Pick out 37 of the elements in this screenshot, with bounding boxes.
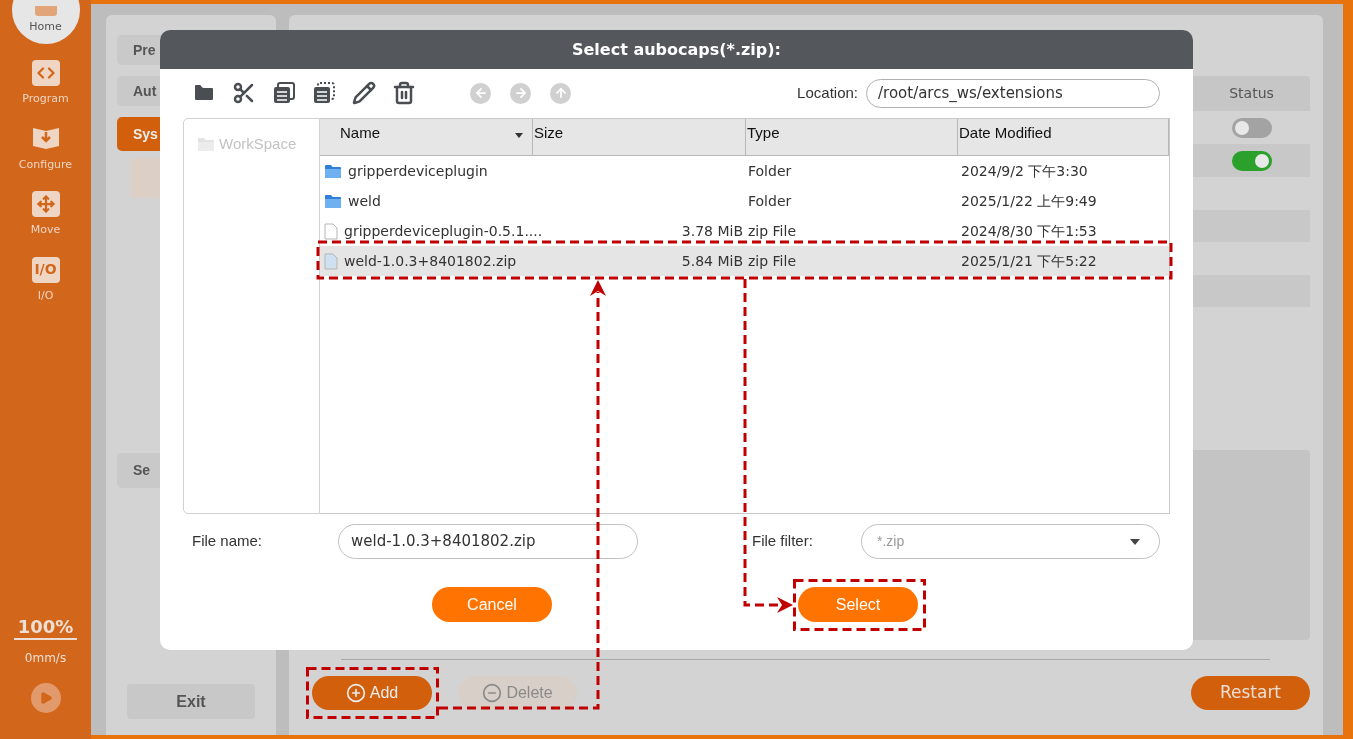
nav-item[interactable]: Program <box>5 58 86 110</box>
file-name: weld <box>348 191 381 211</box>
add-button[interactable]: Add <box>312 676 432 710</box>
file-date: 2025/1/21 下午5:22 <box>961 252 1097 269</box>
speed-reading: 0mm/s <box>24 650 67 667</box>
column-header[interactable]: Type <box>746 119 958 155</box>
io-icon: I/O <box>31 256 60 283</box>
file-size: 3.78 MiB <box>681 221 743 241</box>
file-name: weld-1.0.3+8401802.zip <box>344 251 517 271</box>
home-button[interactable]: Home <box>11 0 80 44</box>
column-header: Status <box>1228 84 1275 103</box>
file-type: Folder <box>748 192 792 209</box>
file-name-label: File name: <box>192 531 264 552</box>
speed-percent[interactable]: 100% <box>13 616 78 640</box>
select-button[interactable]: Select <box>798 587 918 622</box>
file-filter-label: File filter: <box>752 531 814 552</box>
file-size: 5.84 MiB <box>681 251 743 271</box>
column-header[interactable]: Date Modified <box>958 119 1169 155</box>
file-date: 2025/1/22 上午9:49 <box>961 192 1097 209</box>
file-name: gripperdeviceplugin <box>348 161 488 181</box>
column-header[interactable]: Size <box>533 119 746 155</box>
file-name: gripperdeviceplugin-0.5.1.... <box>344 221 543 241</box>
file-date: 2024/9/2 下午3:30 <box>961 162 1088 179</box>
cancel-button[interactable]: Cancel <box>432 587 552 622</box>
file-date: 2024/8/30 下午1:53 <box>961 222 1097 239</box>
file-type: Folder <box>748 162 792 179</box>
restart-button[interactable]: Restart <box>1191 676 1310 710</box>
dialog-title: Select aubocaps(*.zip): <box>572 38 781 61</box>
location-label: Location: <box>797 82 858 103</box>
file-row[interactable]: weld-1.0.3+8401802.zip 5.84 MiB zip File 2025/1/21 下午5:22 <box>320 246 1169 276</box>
nav-item[interactable]: Move <box>5 189 86 241</box>
nav-item[interactable]: I/O I/O <box>5 254 86 306</box>
exit-button[interactable]: Exit <box>127 684 255 719</box>
file-type: zip File <box>748 252 796 269</box>
nav-item[interactable]: Configure <box>5 123 86 175</box>
column-header[interactable]: Name <box>320 119 533 155</box>
file-type: zip File <box>748 222 796 239</box>
